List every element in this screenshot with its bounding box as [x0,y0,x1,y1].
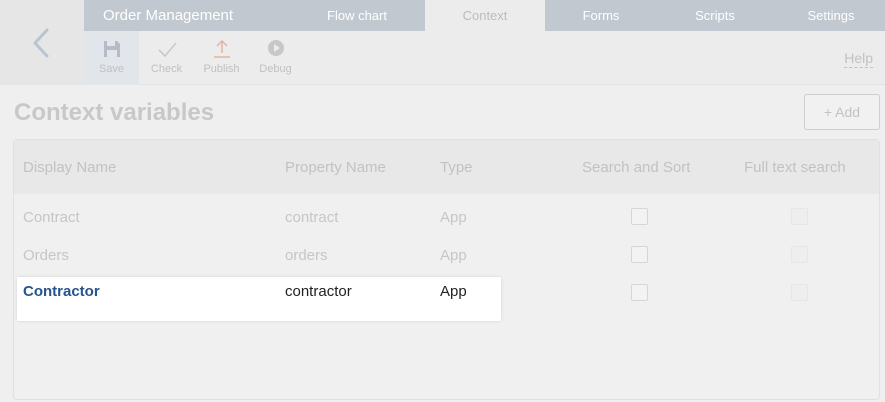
save-label: Save [98,63,125,75]
save-button[interactable]: Save [84,31,139,85]
tab-forms[interactable]: Forms [545,0,657,31]
search-sort-checkbox[interactable] [631,246,648,263]
table-row[interactable]: Orders orders App [14,238,879,276]
add-button[interactable]: + Add [804,94,880,130]
display-name-cell: Contract [23,209,80,226]
highlighted-row[interactable]: Contractor contractor App [17,277,501,321]
full-text-search-checkbox[interactable] [791,284,808,301]
check-label: Check [150,63,183,75]
tab-context[interactable]: Context [425,0,545,31]
context-variables-table: Display Name Property Name Type Search a… [13,139,880,400]
column-type: Type [440,159,473,176]
type-cell: App [440,283,467,300]
debug-button[interactable]: Debug [249,31,302,85]
table-row[interactable]: Contract contract App [14,200,879,238]
publish-upload-icon [213,40,230,58]
column-property-name: Property Name [285,159,386,176]
display-name-cell: Orders [23,247,69,264]
checkmark-icon [157,42,177,58]
property-name-cell: orders [285,247,328,264]
app-title: Order Management [103,7,234,24]
tab-flow-chart[interactable]: Flow chart [297,0,417,31]
search-sort-checkbox[interactable] [631,208,648,225]
column-full-text-search: Full text search [744,159,846,176]
top-tab-bar: Order Management Flow chart Context Form… [84,0,885,31]
type-cell: App [440,209,467,226]
table-header: Display Name Property Name Type Search a… [14,140,879,194]
save-icon [103,41,120,57]
full-text-search-checkbox[interactable] [791,246,808,263]
debug-label: Debug [259,63,292,75]
tab-scripts[interactable]: Scripts [659,0,771,31]
tab-settings[interactable]: Settings [775,0,885,31]
toolbar: Save Check Publish Debug Help [84,31,885,85]
back-arrow-icon[interactable] [28,26,58,60]
column-search-and-sort: Search and Sort [582,159,691,176]
back-area [0,0,84,85]
page-title: Context variables [14,99,215,126]
property-name-cell: contractor [285,283,352,300]
publish-label: Publish [203,63,240,75]
check-button[interactable]: Check [140,31,193,85]
column-display-name: Display Name [23,159,117,176]
publish-button[interactable]: Publish [194,31,249,85]
search-sort-checkbox[interactable] [631,284,648,301]
property-name-cell: contract [285,209,339,226]
debug-play-icon [267,40,284,56]
type-cell: App [440,247,467,264]
help-link[interactable]: Help [844,50,873,68]
full-text-search-checkbox[interactable] [791,208,808,225]
display-name-link[interactable]: Contractor [23,283,100,300]
